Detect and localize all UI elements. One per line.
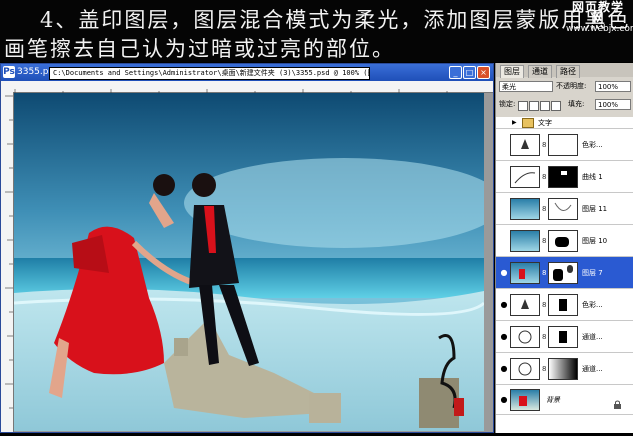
lock-brush-icon[interactable] [529,101,539,111]
chain-icon[interactable]: 8 [542,333,546,341]
layer-row[interactable]: ● 8 通道... [496,353,633,385]
ruler-horizontal [13,81,493,96]
opacity-field[interactable]: 100% [595,81,631,92]
chain-icon[interactable]: 8 [542,365,546,373]
layer-thumb [510,389,540,411]
expand-arrow-icon[interactable]: ▶ [512,119,517,126]
lock-icon [614,394,621,409]
layer-mask-thumb[interactable] [548,198,578,220]
layer-row[interactable]: ● 背景 [496,385,633,415]
eye-icon[interactable]: ● [499,300,509,310]
layer-name: 图层 10 [582,237,608,245]
layer-mask-thumb[interactable] [548,262,578,284]
chain-icon[interactable]: 8 [542,141,546,149]
balance-icon [521,139,529,149]
layer-mask-thumb[interactable] [548,358,578,380]
tutorial-line-1: 4、盖印图层，图层混合模式为柔光，添加图层蒙版用黑色 [40,8,631,32]
adjustment-thumb [510,166,540,188]
chain-icon[interactable]: 8 [542,173,546,181]
curves-icon [514,172,536,184]
visibility-toggle[interactable] [499,140,509,150]
layer-row[interactable]: 8 曲线 1 [496,161,633,193]
visibility-toggle[interactable] [499,172,509,182]
ruler-ticks-v [5,95,13,409]
layer-name: 文字 [538,119,552,127]
eye-icon[interactable]: ● [499,364,509,374]
layer-name: 色彩... [582,141,603,149]
layer-thumb [510,198,540,220]
ruler-vertical [1,92,14,432]
folder-icon [522,118,534,128]
opacity-label: 不透明度: [556,82,587,90]
fill-field[interactable]: 100% [595,99,631,110]
ruler-corner [1,81,13,92]
layer-row-selected[interactable]: ● 8 图层 7 [496,257,633,289]
layer-mask-thumb[interactable] [548,166,578,188]
fill-label: 填充: [568,100,585,108]
document-titlebar[interactable]: Ps 3355.ps C:\Documents and Settings\Adm… [1,64,493,81]
beach-couple-image [14,93,484,431]
watermark: 网页教学网 www.webjx.com [566,0,633,34]
layer-row[interactable]: ▶ 文字 [496,117,633,129]
canvas-photo[interactable] [14,93,484,431]
chain-icon[interactable]: 8 [542,301,546,309]
layer-name: 背景 [546,396,560,404]
chain-icon[interactable]: 8 [542,269,546,277]
adjustment-thumb [510,326,540,348]
blend-mode-select[interactable]: 柔光 [499,81,553,92]
layer-thumb [510,262,540,284]
layer-name: 图层 7 [582,269,603,277]
chain-icon[interactable]: 8 [542,205,546,213]
eye-icon[interactable]: ● [499,268,509,278]
layers-list: ▶ 文字 8 色彩... 8 曲线 1 8 图层 11 8 图层 10 ● 8 … [496,117,633,433]
document-title: 3355.ps [17,67,54,77]
layer-row[interactable]: ● 8 通道... [496,321,633,353]
layer-name: 图层 11 [582,205,608,213]
layer-row[interactable]: 8 图层 11 [496,193,633,225]
adjustment-thumb [510,294,540,316]
lock-transparent-icon[interactable] [518,101,528,111]
visibility-toggle[interactable] [499,204,509,214]
eye-icon[interactable]: ● [499,332,509,342]
close-button[interactable]: × [477,66,490,79]
layers-panel: 图层 通道 路径 柔光 不透明度: 100% 锁定: 填充: 100% ▶ 文字… [495,63,633,433]
document-window: Ps 3355.ps C:\Documents and Settings\Adm… [0,63,494,433]
layer-row[interactable]: 8 色彩... [496,129,633,161]
lock-move-icon[interactable] [540,101,550,111]
layer-mask-thumb[interactable] [548,294,578,316]
visibility-toggle[interactable] [499,236,509,246]
lock-icon[interactable] [551,101,561,111]
layer-row[interactable]: ● 8 色彩... [496,289,633,321]
visibility-toggle[interactable] [499,118,509,128]
layer-name: 通道... [582,333,603,341]
maximize-button[interactable]: □ [463,66,476,79]
adjustment-thumb [510,134,540,156]
layer-row[interactable]: 8 图层 10 [496,225,633,257]
tutorial-line-2: 画笔擦去自己认为过暗或过亮的部位。 [4,37,395,61]
mixer-icon [518,362,532,376]
photoshop-icon[interactable]: Ps [3,66,15,78]
adjustment-thumb [510,358,540,380]
mixer-icon [518,330,532,344]
layer-thumb [510,230,540,252]
tutorial-banner: 4、盖印图层，图层混合模式为柔光，添加图层蒙版用黑色 画笔擦去自己认为过暗或过亮… [0,0,633,62]
layer-name: 曲线 1 [582,173,603,181]
chain-icon[interactable]: 8 [542,237,546,245]
lock-label: 锁定: [499,100,516,108]
layer-mask-thumb[interactable] [548,134,578,156]
layer-options: 柔光 不透明度: 100% 锁定: 填充: 100% [496,77,633,117]
layer-name: 通道... [582,365,603,373]
layer-name: 色彩... [582,301,603,309]
layer-mask-thumb[interactable] [548,230,578,252]
eye-icon[interactable]: ● [499,395,509,405]
panel-tabs: 图层 通道 路径 [496,63,633,78]
document-path: C:\Documents and Settings\Administrator\… [49,67,370,80]
balance-icon [521,299,529,309]
minimize-button[interactable]: _ [449,66,462,79]
layer-mask-thumb[interactable] [548,326,578,348]
